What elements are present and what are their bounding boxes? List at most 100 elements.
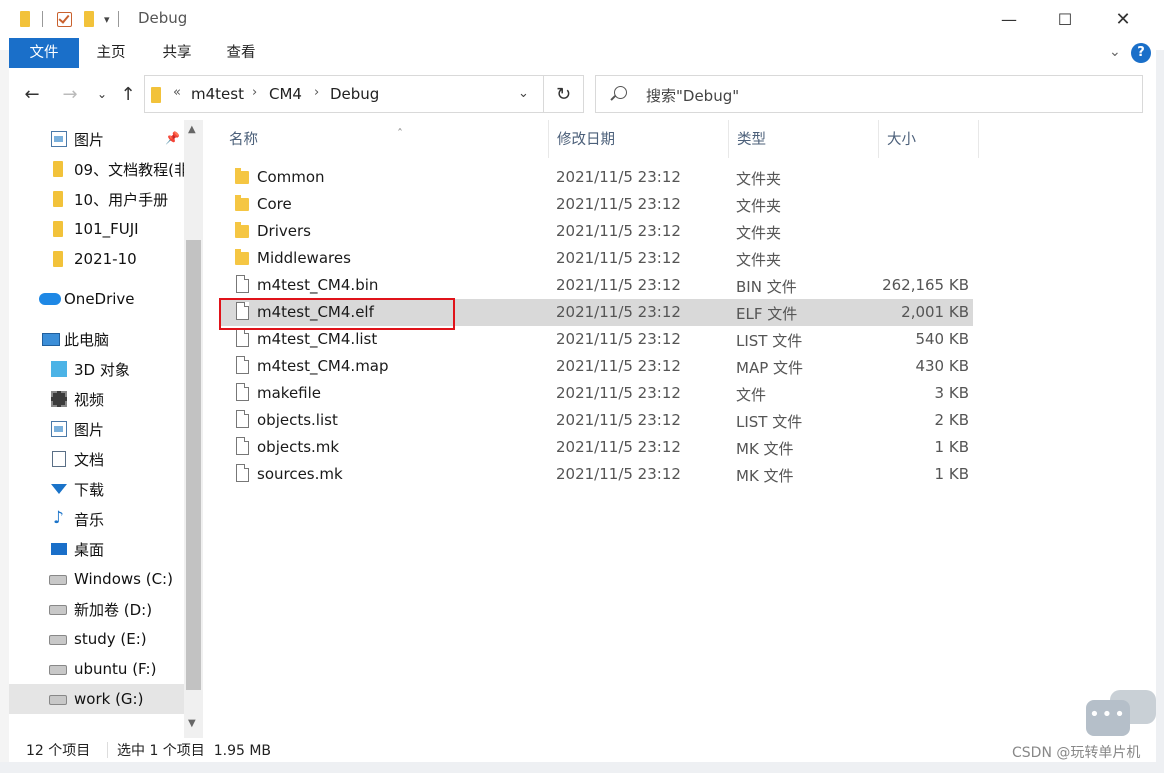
- nav-label: study (E:): [74, 630, 147, 648]
- overflow-crumb[interactable]: «: [173, 85, 181, 100]
- nav-item-drive-e[interactable]: study (E:): [9, 624, 184, 654]
- file-name: m4test_CM4.map: [257, 357, 389, 375]
- nav-item-pictures-pinned[interactable]: 图片 📌: [9, 124, 184, 154]
- close-button[interactable]: ✕: [1100, 0, 1146, 38]
- properties-icon[interactable]: [57, 11, 72, 27]
- pin-icon[interactable]: 📌: [165, 131, 180, 145]
- tab-share[interactable]: 共享: [147, 38, 207, 68]
- nav-item-drive-f[interactable]: ubuntu (F:): [9, 654, 184, 684]
- file-type: ELF 文件: [736, 305, 798, 323]
- forward-button[interactable]: →: [57, 81, 83, 107]
- file-row[interactable]: Common 2021/11/5 23:12 文件夹: [219, 164, 973, 191]
- file-name: m4test_CM4.bin: [257, 276, 379, 294]
- tab-view[interactable]: 查看: [211, 38, 271, 68]
- tab-home[interactable]: 主页: [81, 38, 141, 68]
- nav-item-downloads[interactable]: 下载: [9, 474, 184, 504]
- search-input[interactable]: 搜索"Debug": [595, 75, 1143, 113]
- downloads-icon: [51, 484, 67, 494]
- minimize-button[interactable]: —: [986, 0, 1032, 38]
- file-name: Core: [257, 195, 292, 213]
- back-button[interactable]: ←: [19, 81, 45, 107]
- music-icon: ♪: [53, 508, 64, 528]
- divider: [117, 11, 119, 27]
- nav-item-3d-objects[interactable]: 3D 对象: [9, 354, 184, 384]
- help-button[interactable]: ?: [1131, 43, 1151, 63]
- file-type: MAP 文件: [736, 359, 804, 377]
- nav-item-documents[interactable]: 文档: [9, 444, 184, 474]
- nav-item-music[interactable]: ♪ 音乐: [9, 504, 184, 534]
- nav-label: 下载: [74, 480, 105, 499]
- maximize-button[interactable]: ☐: [1042, 0, 1088, 38]
- pictures-icon: [51, 131, 67, 147]
- column-label: 名称: [229, 132, 258, 148]
- nav-item-fuji[interactable]: 101_FUJI: [9, 214, 184, 244]
- nav-label: 文档: [74, 450, 105, 469]
- title-bar: ▾ Debug — ☐ ✕: [0, 0, 1164, 38]
- nav-item-drive-c[interactable]: Windows (C:): [9, 564, 184, 594]
- file-row[interactable]: Drivers 2021/11/5 23:12 文件夹: [219, 218, 973, 245]
- folder-icon: [53, 221, 63, 237]
- nav-item-drive-g[interactable]: work (G:): [9, 684, 184, 714]
- column-label: 修改日期: [557, 132, 615, 148]
- search-placeholder: 搜索"Debug": [646, 87, 740, 105]
- nav-label: 桌面: [74, 540, 105, 559]
- chevron-right-icon[interactable]: ›: [252, 85, 257, 100]
- scroll-thumb[interactable]: [186, 240, 201, 690]
- expand-ribbon-icon[interactable]: ⌄: [1109, 44, 1121, 60]
- file-row[interactable]: m4test_CM4.list 2021/11/5 23:12 LIST 文件 540…: [219, 326, 973, 353]
- nav-item-manual[interactable]: 10、用户手册: [9, 184, 184, 214]
- column-header-type[interactable]: 类型: [729, 120, 879, 158]
- tab-file[interactable]: 文件: [9, 38, 79, 68]
- nav-label: 101_FUJI: [74, 220, 139, 238]
- crumb-debug[interactable]: Debug: [330, 85, 379, 103]
- nav-item-pictures[interactable]: 图片: [9, 414, 184, 444]
- drive-icon: [49, 695, 67, 705]
- drive-icon: [49, 575, 67, 585]
- file-row[interactable]: m4test_CM4.map 2021/11/5 23:12 MAP 文件 430 K…: [219, 353, 973, 380]
- nav-scrollbar[interactable]: ▲ ▼: [184, 120, 203, 738]
- nav-item-docs[interactable]: 09、文档教程(非: [9, 154, 184, 184]
- refresh-button[interactable]: ↻: [544, 75, 584, 113]
- file-row[interactable]: Core 2021/11/5 23:12 文件夹: [219, 191, 973, 218]
- chevron-down-icon[interactable]: ⌄: [518, 86, 529, 101]
- up-button[interactable]: ↑: [115, 81, 141, 107]
- file-row[interactable]: makefile 2021/11/5 23:12 文件 3 KB: [219, 380, 973, 407]
- crumb-m4test[interactable]: m4test: [191, 85, 244, 103]
- scroll-down-icon[interactable]: ▼: [188, 718, 196, 729]
- nav-item-drive-d[interactable]: 新加卷 (D:): [9, 594, 184, 624]
- new-folder-icon[interactable]: [84, 11, 94, 27]
- file-size: 430 KB: [915, 357, 969, 375]
- folder-icon: [53, 161, 63, 177]
- column-header-date[interactable]: 修改日期: [549, 120, 729, 158]
- file-date: 2021/11/5 23:12: [556, 465, 681, 483]
- folder-icon: [235, 222, 249, 238]
- nav-item-videos[interactable]: 视频: [9, 384, 184, 414]
- file-date: 2021/11/5 23:12: [556, 249, 681, 267]
- customize-toolbar-icon[interactable]: ▾: [104, 13, 110, 26]
- file-type: LIST 文件: [736, 332, 803, 350]
- column-header-name[interactable]: 名称 ˆ: [221, 120, 549, 158]
- column-header-size[interactable]: 大小: [879, 120, 979, 158]
- folder-icon: [151, 87, 161, 103]
- recent-locations-button[interactable]: ⌄: [89, 81, 115, 107]
- nav-item-this-pc[interactable]: 此电脑: [9, 324, 184, 354]
- nav-label: 新加卷 (D:): [74, 600, 153, 619]
- file-row[interactable]: Middlewares 2021/11/5 23:12 文件夹: [219, 245, 973, 272]
- item-count: 12 个项目: [26, 743, 91, 759]
- crumb-cm4[interactable]: CM4: [269, 85, 302, 103]
- address-bar[interactable]: « m4test › CM4 › Debug ⌄: [144, 75, 544, 113]
- file-row[interactable]: objects.mk 2021/11/5 23:12 MK 文件 1 KB: [219, 434, 973, 461]
- file-name: sources.mk: [257, 465, 343, 483]
- scroll-up-icon[interactable]: ▲: [188, 124, 196, 135]
- nav-label: 09、文档教程(非: [74, 160, 184, 179]
- window-title: Debug: [138, 9, 188, 27]
- file-row[interactable]: objects.list 2021/11/5 23:12 LIST 文件 2 KB: [219, 407, 973, 434]
- nav-item-2021-10[interactable]: 2021-10: [9, 244, 184, 274]
- drive-icon: [49, 605, 67, 615]
- file-row[interactable]: m4test_CM4.bin 2021/11/5 23:12 BIN 文件 262,1…: [219, 272, 973, 299]
- folder-icon: [235, 249, 249, 265]
- nav-item-desktop[interactable]: 桌面: [9, 534, 184, 564]
- file-row[interactable]: sources.mk 2021/11/5 23:12 MK 文件 1 KB: [219, 461, 973, 488]
- nav-item-onedrive[interactable]: OneDrive: [9, 284, 184, 314]
- chevron-right-icon[interactable]: ›: [314, 85, 319, 100]
